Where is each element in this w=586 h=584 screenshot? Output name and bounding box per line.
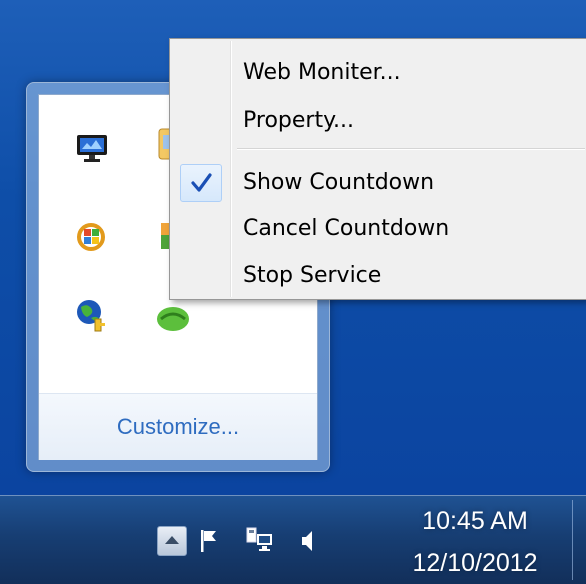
- volume-icon[interactable]: [298, 528, 320, 554]
- clock-date: 12/10/2012: [412, 549, 538, 577]
- checkmark-highlight: [180, 164, 222, 202]
- menu-item-label: Show Countdown: [243, 170, 435, 195]
- action-center-flag-icon[interactable]: [198, 528, 224, 554]
- show-desktop-divider: [572, 500, 573, 580]
- menu-item-cancel-countdown[interactable]: Cancel Countdown: [172, 205, 582, 253]
- checkmark-icon: [191, 173, 212, 192]
- show-hidden-icons-button[interactable]: [157, 526, 187, 556]
- tray-context-menu: Web Moniter... Property... Show Countdow…: [169, 38, 586, 300]
- menu-item-label: Cancel Countdown: [243, 216, 450, 241]
- menu-item-label: Web Moniter...: [243, 60, 401, 85]
- monitor-app-icon[interactable]: [73, 127, 113, 167]
- menu-separator: [237, 148, 585, 150]
- windows-update-icon[interactable]: [73, 217, 113, 257]
- menu-item-show-countdown[interactable]: Show Countdown: [172, 159, 582, 207]
- customize-link[interactable]: Customize...: [39, 393, 317, 460]
- network-icon[interactable]: [244, 524, 274, 554]
- menu-item-web-moniter[interactable]: Web Moniter...: [172, 49, 582, 97]
- menu-item-property[interactable]: Property...: [172, 97, 582, 145]
- green-leaf-app-icon[interactable]: [153, 297, 193, 337]
- clock-time: 10:45 AM: [422, 507, 528, 535]
- menu-item-label: Stop Service: [243, 263, 382, 288]
- globe-key-icon[interactable]: [73, 295, 113, 335]
- menu-item-label: Property...: [243, 108, 354, 133]
- menu-item-stop-service[interactable]: Stop Service: [172, 252, 582, 300]
- taskbar-clock[interactable]: 10:45 AM 12/10/2012: [380, 500, 570, 584]
